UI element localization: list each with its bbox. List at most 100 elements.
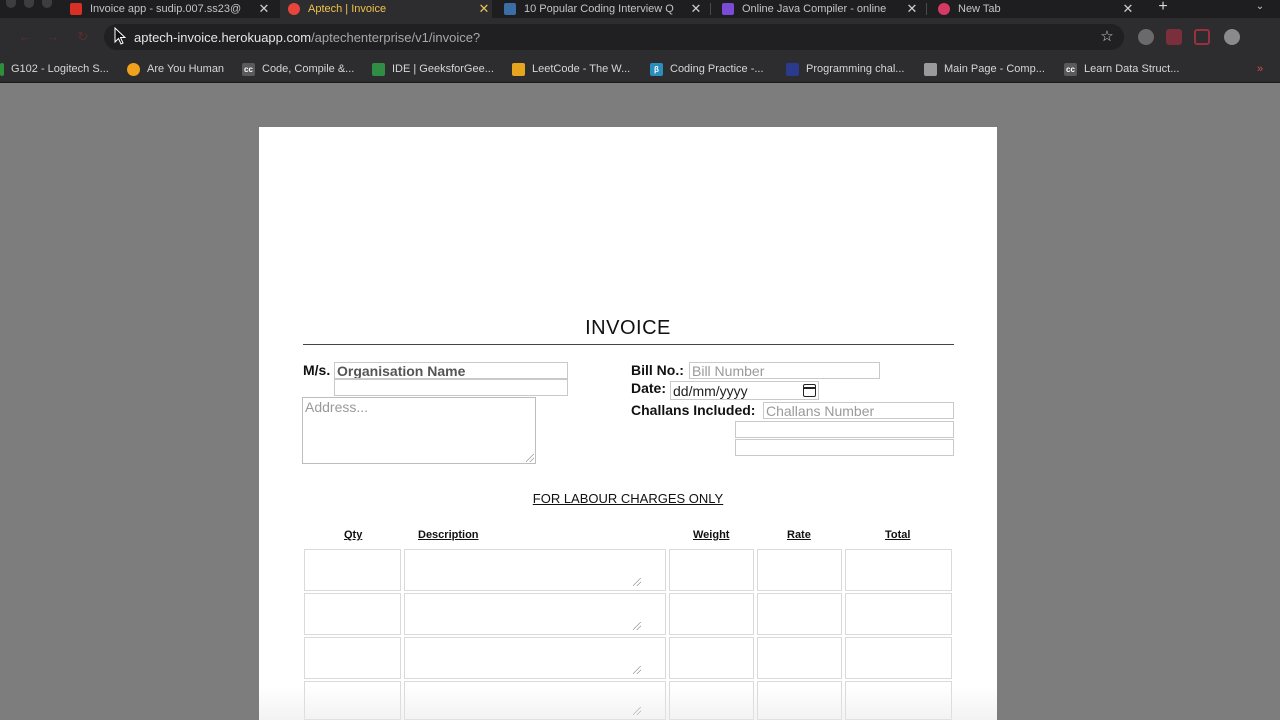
total-field[interactable] [845,593,952,635]
reload-icon[interactable]: ↻ [74,28,92,46]
bookmark-item[interactable]: β Coding Practice -... [650,60,764,78]
resize-handle-icon[interactable] [633,622,641,630]
tab-java-compiler[interactable]: Online Java Compiler - online ✕ [722,0,920,18]
url-path: /aptechenterprise/v1/invoice? [311,30,481,45]
bookmark-item[interactable]: cc Learn Data Struct... [1064,60,1179,78]
browser-toolbar: ← → ↻ aptech-invoice.herokuapp.com/aptec… [0,18,1280,56]
address-placeholder: Address... [305,399,369,415]
tab-title: Invoice app - sudip.007.ss23@ [90,3,242,15]
rate-field[interactable] [757,637,842,679]
ms-label: M/s. [303,362,331,378]
tab-title: New Tab [958,3,1001,15]
calendar-icon[interactable] [803,384,816,397]
bookmark-item[interactable]: G102 - Logitech S... [0,60,109,78]
address-field[interactable]: Address... [302,397,536,464]
extension-icon[interactable] [1194,29,1210,45]
close-tab-icon[interactable]: ✕ [476,0,492,18]
bookmark-favicon-icon [924,62,937,76]
column-header-rate: Rate [787,529,811,541]
weight-field[interactable] [669,549,754,591]
tab-title: 10 Popular Coding Interview Q [524,3,674,15]
close-tab-icon[interactable]: ✕ [256,0,272,18]
bookmark-favicon-icon [786,62,799,76]
bookmark-label: Code, Compile &... [262,63,355,75]
total-field[interactable] [845,549,952,591]
bookmark-favicon-icon: cc [1064,62,1077,76]
tab-coding-interview[interactable]: 10 Popular Coding Interview Q ✕ [504,0,704,18]
close-tab-icon[interactable]: ✕ [1120,0,1136,18]
weight-field[interactable] [669,593,754,635]
bookmark-favicon-icon [372,62,385,76]
bookmark-label: IDE | GeeksforGee... [392,63,494,75]
bookmark-favicon-icon [512,62,525,76]
organisation-name-line2-field[interactable] [334,379,568,396]
bookmark-item[interactable]: IDE | GeeksforGee... [372,60,494,78]
bookmark-label: Programming chal... [806,63,905,75]
bookmark-favicon-icon [0,62,4,76]
rate-field[interactable] [757,549,842,591]
description-field[interactable] [404,637,666,679]
resize-handle-icon[interactable] [633,578,641,586]
bookmark-label: LeetCode - The W... [532,63,631,75]
close-tab-icon[interactable]: ✕ [688,0,704,18]
extension-icon[interactable] [1166,29,1182,45]
column-header-total: Total [885,529,911,541]
article-icon [504,3,516,15]
challans-number-field-2[interactable] [735,421,954,438]
new-tab-button[interactable]: + [1154,0,1172,18]
address-bar[interactable]: aptech-invoice.herokuapp.com/aptechenter… [104,24,1124,50]
column-header-description: Description [418,529,479,541]
challans-number-field[interactable]: Challans Number [763,402,954,419]
invoice-title: INVOICE [585,317,671,339]
weight-field[interactable] [669,637,754,679]
bookmark-favicon-icon: β [650,62,663,76]
forward-icon[interactable]: → [44,28,62,46]
bookmarks-bar: G102 - Logitech S... Are You Human cc Cod… [0,56,1280,83]
rate-field[interactable] [757,593,842,635]
close-tab-icon[interactable]: ✕ [904,0,920,18]
total-field[interactable] [845,637,952,679]
bookmark-label: Coding Practice -... [670,63,764,75]
bookmark-item[interactable]: cc Code, Compile &... [242,60,354,78]
bookmark-label: Main Page - Comp... [944,63,1045,75]
tab-aptech-invoice[interactable]: Aptech | Invoice ✕ [280,0,492,18]
window-controls[interactable] [6,0,52,8]
resize-handle-icon[interactable] [633,666,641,674]
tab-search-icon[interactable]: ⌄ [1252,0,1268,18]
title-divider [303,344,954,345]
bill-no-label: Bill No.: [631,362,684,378]
qty-field[interactable] [304,593,401,635]
tab-bar: Invoice app - sudip.007.ss23@ ✕ Aptech |… [0,0,1280,18]
gmail-icon [70,3,82,15]
bookmark-item[interactable]: Programming chal... [786,60,904,78]
url-text[interactable]: aptech-invoice.herokuapp.com/aptechenter… [134,30,480,45]
tab-divider [710,3,711,15]
page-fade [259,687,997,720]
bookmark-label: G102 - Logitech S... [11,63,109,75]
challans-number-field-3[interactable] [735,439,954,456]
bookmark-item[interactable]: Are You Human [127,60,224,78]
bill-number-field[interactable]: Bill Number [689,362,880,379]
date-label: Date: [631,380,667,396]
profile-avatar-icon[interactable] [1224,29,1240,45]
column-header-weight: Weight [693,529,730,541]
bookmarks-overflow-icon[interactable]: » [1254,62,1266,76]
description-field[interactable] [404,549,666,591]
bookmark-star-icon[interactable]: ☆ [1098,28,1116,46]
description-field[interactable] [404,593,666,635]
bookmark-item[interactable]: LeetCode - The W... [512,60,630,78]
back-icon[interactable]: ← [16,28,34,46]
qty-field[interactable] [304,637,401,679]
tab-new-tab[interactable]: New Tab ✕ [938,0,1136,18]
extension-icon[interactable] [1138,29,1154,45]
bookmark-favicon-icon [127,62,140,76]
challans-label: Challans Included: [631,402,756,418]
date-field[interactable]: dd/mm/yyyy [670,381,819,400]
organisation-name-field[interactable]: Organisation Name [334,362,568,379]
column-header-qty: Qty [344,529,363,541]
resize-handle-icon[interactable] [526,454,534,462]
qty-field[interactable] [304,549,401,591]
labour-charges-subtitle: FOR LABOUR CHARGES ONLY [259,491,997,506]
bookmark-item[interactable]: Main Page - Comp... [924,60,1045,78]
tab-gmail[interactable]: Invoice app - sudip.007.ss23@ ✕ [70,0,272,18]
